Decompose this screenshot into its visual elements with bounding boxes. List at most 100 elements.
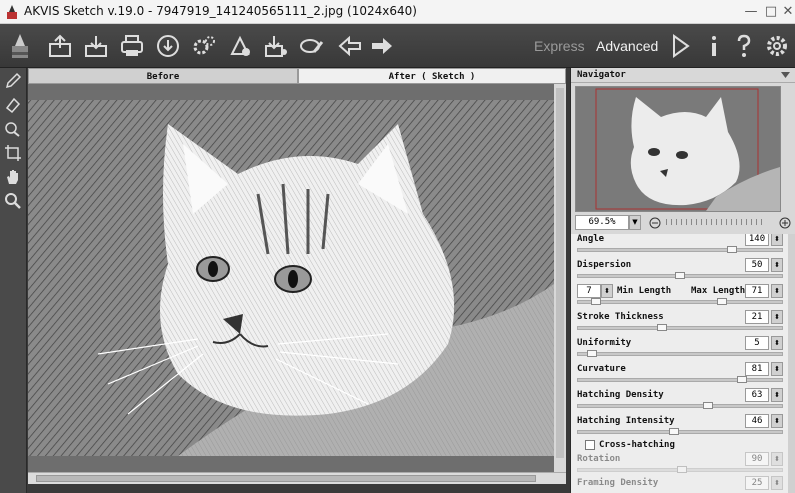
image-canvas[interactable]	[28, 84, 566, 472]
zoom-value[interactable]: 69.5%	[575, 215, 629, 230]
param-slider-thumb[interactable]	[703, 402, 713, 409]
param-dispersion: Dispersion 50 ⬍	[577, 258, 783, 286]
param-slider[interactable]	[577, 378, 783, 382]
history-brush-icon[interactable]	[4, 120, 22, 138]
params-scrollbar[interactable]	[788, 234, 795, 493]
min-length-label: Min Length	[617, 286, 672, 296]
cross-hatching-checkbox[interactable]	[585, 440, 595, 450]
param-stroke-thickness: Stroke Thickness 21 ⬍	[577, 310, 783, 338]
param-value-field[interactable]: 5	[745, 336, 769, 350]
param-slider-thumb[interactable]	[737, 376, 747, 383]
pencil-icon[interactable]	[4, 72, 22, 90]
forward-icon[interactable]	[368, 32, 396, 60]
share-icon[interactable]	[154, 32, 182, 60]
param-slider-thumb[interactable]	[727, 246, 737, 253]
param-slider[interactable]	[577, 248, 783, 252]
param-label: Curvature	[577, 364, 626, 374]
zoom-icon[interactable]	[4, 192, 22, 210]
eraser-tool-icon[interactable]	[4, 96, 22, 114]
main-toolbar: Express Advanced	[0, 24, 795, 68]
hand-icon[interactable]	[4, 168, 22, 186]
param-spinner-icon[interactable]: ⬍	[771, 336, 783, 350]
param-spinner-icon[interactable]: ⬍	[771, 476, 783, 490]
left-toolbox	[0, 68, 27, 493]
zoom-slider[interactable]	[666, 219, 766, 225]
back-icon[interactable]	[336, 32, 364, 60]
app-window: AKVIS Sketch v.19.0 - 7947919_1412405651…	[0, 0, 795, 493]
param-spinner-icon[interactable]: ⬍	[771, 388, 783, 402]
save-icon[interactable]	[82, 32, 110, 60]
view-tabs: Before After ( Sketch )	[28, 68, 566, 84]
play-icon[interactable]	[666, 32, 694, 60]
max-length-spinner-icon[interactable]: ⬍	[771, 284, 783, 298]
horizontal-scrollbar[interactable]	[28, 472, 566, 484]
open-icon[interactable]	[46, 32, 74, 60]
param-label: Angle	[577, 234, 605, 244]
param-spinner-icon[interactable]: ⬍	[771, 258, 783, 272]
minimize-button[interactable]: —	[743, 4, 759, 20]
param-value-field[interactable]: 25	[745, 476, 769, 490]
zoom-dropdown-chevron-icon[interactable]: ▼	[629, 215, 641, 230]
express-mode-button[interactable]: Express	[534, 38, 585, 54]
param-spinner-icon[interactable]: ⬍	[771, 234, 783, 246]
param-slider[interactable]	[577, 404, 783, 408]
crop-icon[interactable]	[4, 144, 22, 162]
param-spinner-icon[interactable]: ⬍	[771, 414, 783, 428]
window-title: AKVIS Sketch v.19.0 - 7947919_1412405651…	[24, 4, 417, 18]
param-slider-thumb[interactable]	[669, 428, 679, 435]
import-icon[interactable]	[262, 32, 290, 60]
eraser-icon[interactable]	[298, 32, 326, 60]
right-panel: Navigator 69.5% ▼ Angle 140 ⬍ Dispersion…	[570, 68, 795, 493]
param-slider-thumb[interactable]	[675, 272, 685, 279]
sketch-image	[28, 84, 566, 472]
tab-before[interactable]: Before	[28, 68, 298, 84]
param-slider[interactable]	[577, 352, 783, 356]
help-icon[interactable]	[730, 32, 758, 60]
param-label: Dispersion	[577, 260, 632, 270]
min-length-spinner-icon[interactable]: ⬍	[601, 284, 613, 298]
length-range-slider[interactable]	[577, 300, 783, 304]
param-spinner-icon[interactable]: ⬍	[771, 452, 783, 466]
navigator-title: Navigator	[577, 70, 626, 80]
param-slider-thumb[interactable]	[677, 466, 687, 473]
print-icon[interactable]	[118, 32, 146, 60]
info-icon[interactable]	[700, 32, 728, 60]
param-slider[interactable]	[577, 326, 783, 330]
maximize-button[interactable]: □	[763, 4, 779, 20]
zoom-in-icon[interactable]	[779, 217, 791, 229]
zoom-row: 69.5% ▼	[571, 214, 795, 232]
min-length-field[interactable]: 7	[577, 284, 601, 298]
min-length-thumb[interactable]	[591, 298, 601, 305]
param-value-field[interactable]: 140	[745, 234, 769, 246]
param-value-field[interactable]: 21	[745, 310, 769, 324]
param-value-field[interactable]: 81	[745, 362, 769, 376]
param-framing-density: Framing Density 25 ⬍	[577, 476, 783, 493]
param-slider-thumb[interactable]	[657, 324, 667, 331]
param-value-field[interactable]: 46	[745, 414, 769, 428]
param-slider[interactable]	[577, 430, 783, 434]
batch-settings-icon[interactable]	[190, 32, 218, 60]
advanced-mode-button[interactable]: Advanced	[596, 38, 658, 54]
navigator-preview[interactable]	[575, 86, 781, 212]
navigator-thumbnail	[576, 87, 780, 211]
param-slider-thumb[interactable]	[587, 350, 597, 357]
param-value-field[interactable]: 50	[745, 258, 769, 272]
title-bar: AKVIS Sketch v.19.0 - 7947919_1412405651…	[0, 0, 795, 24]
param-spinner-icon[interactable]: ⬍	[771, 310, 783, 324]
zoom-out-icon[interactable]	[649, 217, 661, 229]
param-value-field[interactable]: 63	[745, 388, 769, 402]
navigator-header: Navigator	[571, 68, 795, 83]
param-spinner-icon[interactable]: ⬍	[771, 362, 783, 376]
param-value-field[interactable]: 90	[745, 452, 769, 466]
gear-icon[interactable]	[763, 32, 791, 60]
max-length-field[interactable]: 71	[745, 284, 769, 298]
max-length-label: Max Length	[691, 286, 746, 296]
param-angle: Angle 140 ⬍	[577, 234, 783, 260]
preferences-icon[interactable]	[226, 32, 254, 60]
param-hatching-intensity: Hatching Intensity 46 ⬍	[577, 414, 783, 442]
brush-logo-icon[interactable]	[6, 32, 34, 60]
max-length-thumb[interactable]	[717, 298, 727, 305]
tab-after[interactable]: After ( Sketch )	[298, 68, 566, 84]
close-button[interactable]: ✕	[780, 4, 795, 20]
chevron-down-icon[interactable]	[781, 72, 790, 78]
